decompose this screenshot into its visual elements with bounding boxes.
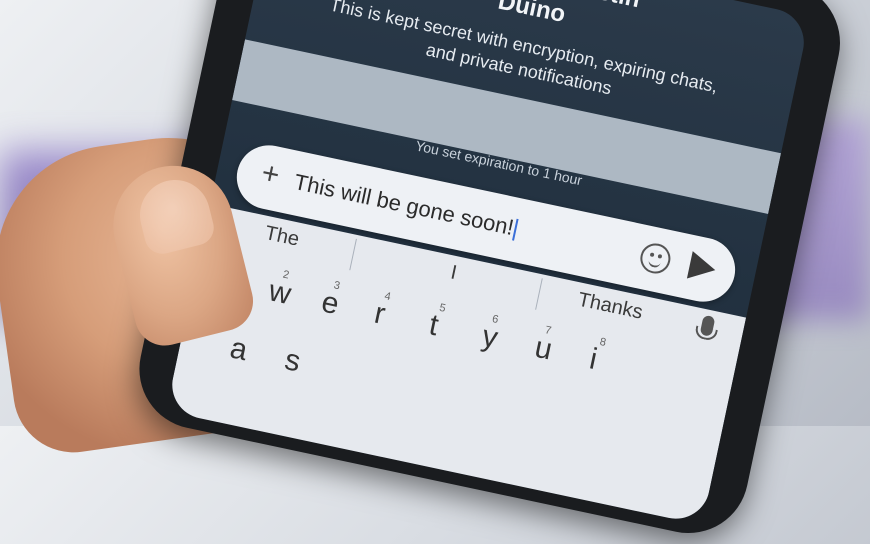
key-u[interactable]: u: [532, 331, 555, 368]
key-a[interactable]: a: [227, 331, 250, 368]
suggestion-1[interactable]: The: [263, 222, 301, 252]
key-t[interactable]: t: [426, 308, 441, 343]
suggestion-divider: [535, 278, 543, 310]
key-s[interactable]: s: [282, 343, 304, 379]
key-w[interactable]: w: [266, 274, 294, 312]
key-i[interactable]: i: [587, 342, 600, 377]
send-icon[interactable]: [686, 251, 719, 284]
suggestion-3[interactable]: Thanks: [576, 289, 645, 325]
emoji-icon[interactable]: [637, 240, 674, 277]
suggestion-2[interactable]: I: [449, 262, 459, 286]
key-i-num: 8: [598, 335, 608, 349]
emoji-mouth: [647, 258, 662, 269]
key-r[interactable]: r: [371, 297, 389, 332]
suggestion-divider: [349, 238, 357, 271]
key-y[interactable]: y: [479, 320, 501, 356]
mic-icon[interactable]: [699, 314, 716, 337]
key-e[interactable]: e: [319, 285, 342, 322]
phone-screen: ... chat with Justin Duino This is kept …: [165, 0, 811, 525]
plus-icon[interactable]: +: [253, 156, 289, 193]
